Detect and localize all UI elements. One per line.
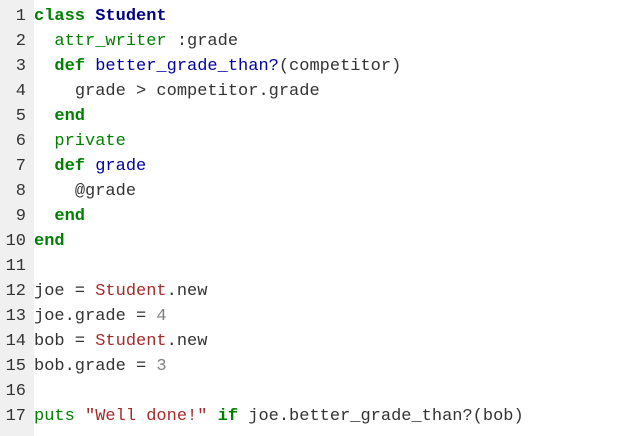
line-number: 15 (5, 357, 26, 376)
code-line-17: 17 puts "Well done!" if joe.better_grade… (0, 404, 621, 429)
parameter-list: (competitor) (278, 57, 402, 76)
assignment-token: bob.grade = (34, 357, 157, 376)
code-line-2: 2 attr_writer :grade (0, 29, 621, 54)
assignment-token: joe = (34, 282, 96, 301)
code-text: def grade (34, 154, 621, 179)
code-line-13: 13 joe.grade = 4 (0, 304, 621, 329)
code-line-9: 9 end (0, 204, 621, 229)
code-line-1: 1 class Student (0, 4, 621, 29)
line-number: 8 (15, 182, 26, 201)
line-number: 14 (5, 332, 26, 351)
line-number: 6 (15, 132, 26, 151)
assignment-token: bob = (34, 332, 96, 351)
code-text: puts "Well done!" if joe.better_grade_th… (34, 404, 621, 429)
keyword-token: if (207, 407, 249, 426)
code-line-5: 5 end (0, 104, 621, 129)
class-name-token: Student (95, 7, 167, 26)
keyword-token: end (34, 232, 65, 251)
code-text: bob.grade = 3 (34, 354, 621, 379)
code-text: end (34, 204, 621, 229)
keyword-token: def (54, 157, 96, 176)
code-text: joe = Student.new (34, 279, 621, 304)
line-number: 17 (5, 407, 26, 426)
number-token: 4 (156, 307, 167, 326)
method-name-token: grade (95, 157, 147, 176)
code-line-3: 3 def better_grade_than?(competitor) (0, 54, 621, 79)
constant-token: Student (95, 282, 167, 301)
code-text: class Student (34, 4, 621, 29)
constant-token: Student (95, 332, 167, 351)
code-block: 1 class Student 2 attr_writer :grade 3 d… (0, 4, 621, 429)
method-name-token: better_grade_than? (95, 57, 279, 76)
keyword-token: class (34, 7, 96, 26)
line-number: 11 (5, 257, 26, 276)
method-call-token: private (54, 132, 126, 151)
line-number: 9 (15, 207, 26, 226)
code-line-4: 4 grade > competitor.grade (0, 79, 621, 104)
code-line-14: 14 bob = Student.new (0, 329, 621, 354)
line-number: 13 (5, 307, 26, 326)
code-text: def better_grade_than?(competitor) (34, 54, 621, 79)
code-text: grade > competitor.grade (34, 79, 621, 104)
line-number: 1 (15, 7, 26, 26)
code-line-10: 10 end (0, 229, 621, 254)
code-line-12: 12 joe = Student.new (0, 279, 621, 304)
line-number: 2 (15, 32, 26, 51)
code-text: @grade (34, 179, 621, 204)
code-text: end (34, 104, 621, 129)
code-line-7: 7 def grade (0, 154, 621, 179)
code-line-6: 6 private (0, 129, 621, 154)
code-line-8: 8 @grade (0, 179, 621, 204)
code-text: joe.grade = 4 (34, 304, 621, 329)
line-number: 5 (15, 107, 26, 126)
line-number: 7 (15, 157, 26, 176)
code-text: end (34, 229, 621, 254)
symbol-token: :grade (166, 32, 239, 51)
line-number: 10 (5, 232, 26, 251)
instance-variable-token: @grade (74, 182, 137, 201)
keyword-token: end (54, 107, 86, 126)
code-line-15: 15 bob.grade = 3 (0, 354, 621, 379)
assignment-token: joe.grade = (34, 307, 157, 326)
method-call-token: .new (166, 332, 208, 351)
method-call-token: puts (34, 407, 86, 426)
line-number: 16 (5, 382, 26, 401)
number-token: 3 (156, 357, 167, 376)
keyword-token: end (54, 207, 86, 226)
code-line-16: 16 (0, 379, 621, 404)
method-call-token: attr_writer (54, 32, 167, 51)
code-line-11: 11 (0, 254, 621, 279)
code-editor[interactable]: 1 class Student 2 attr_writer :grade 3 d… (0, 0, 621, 436)
method-call-token: .new (166, 282, 208, 301)
line-number: 4 (15, 82, 26, 101)
line-number: 12 (5, 282, 26, 301)
code-text: attr_writer :grade (34, 29, 621, 54)
expression-token: joe.better_grade_than?(bob) (248, 407, 524, 426)
code-text: private (34, 129, 621, 154)
code-text: bob = Student.new (34, 329, 621, 354)
keyword-token: def (54, 57, 96, 76)
expression-token: grade > competitor.grade (74, 82, 320, 101)
line-number: 3 (15, 57, 26, 76)
string-token: "Well done!" (85, 407, 208, 426)
